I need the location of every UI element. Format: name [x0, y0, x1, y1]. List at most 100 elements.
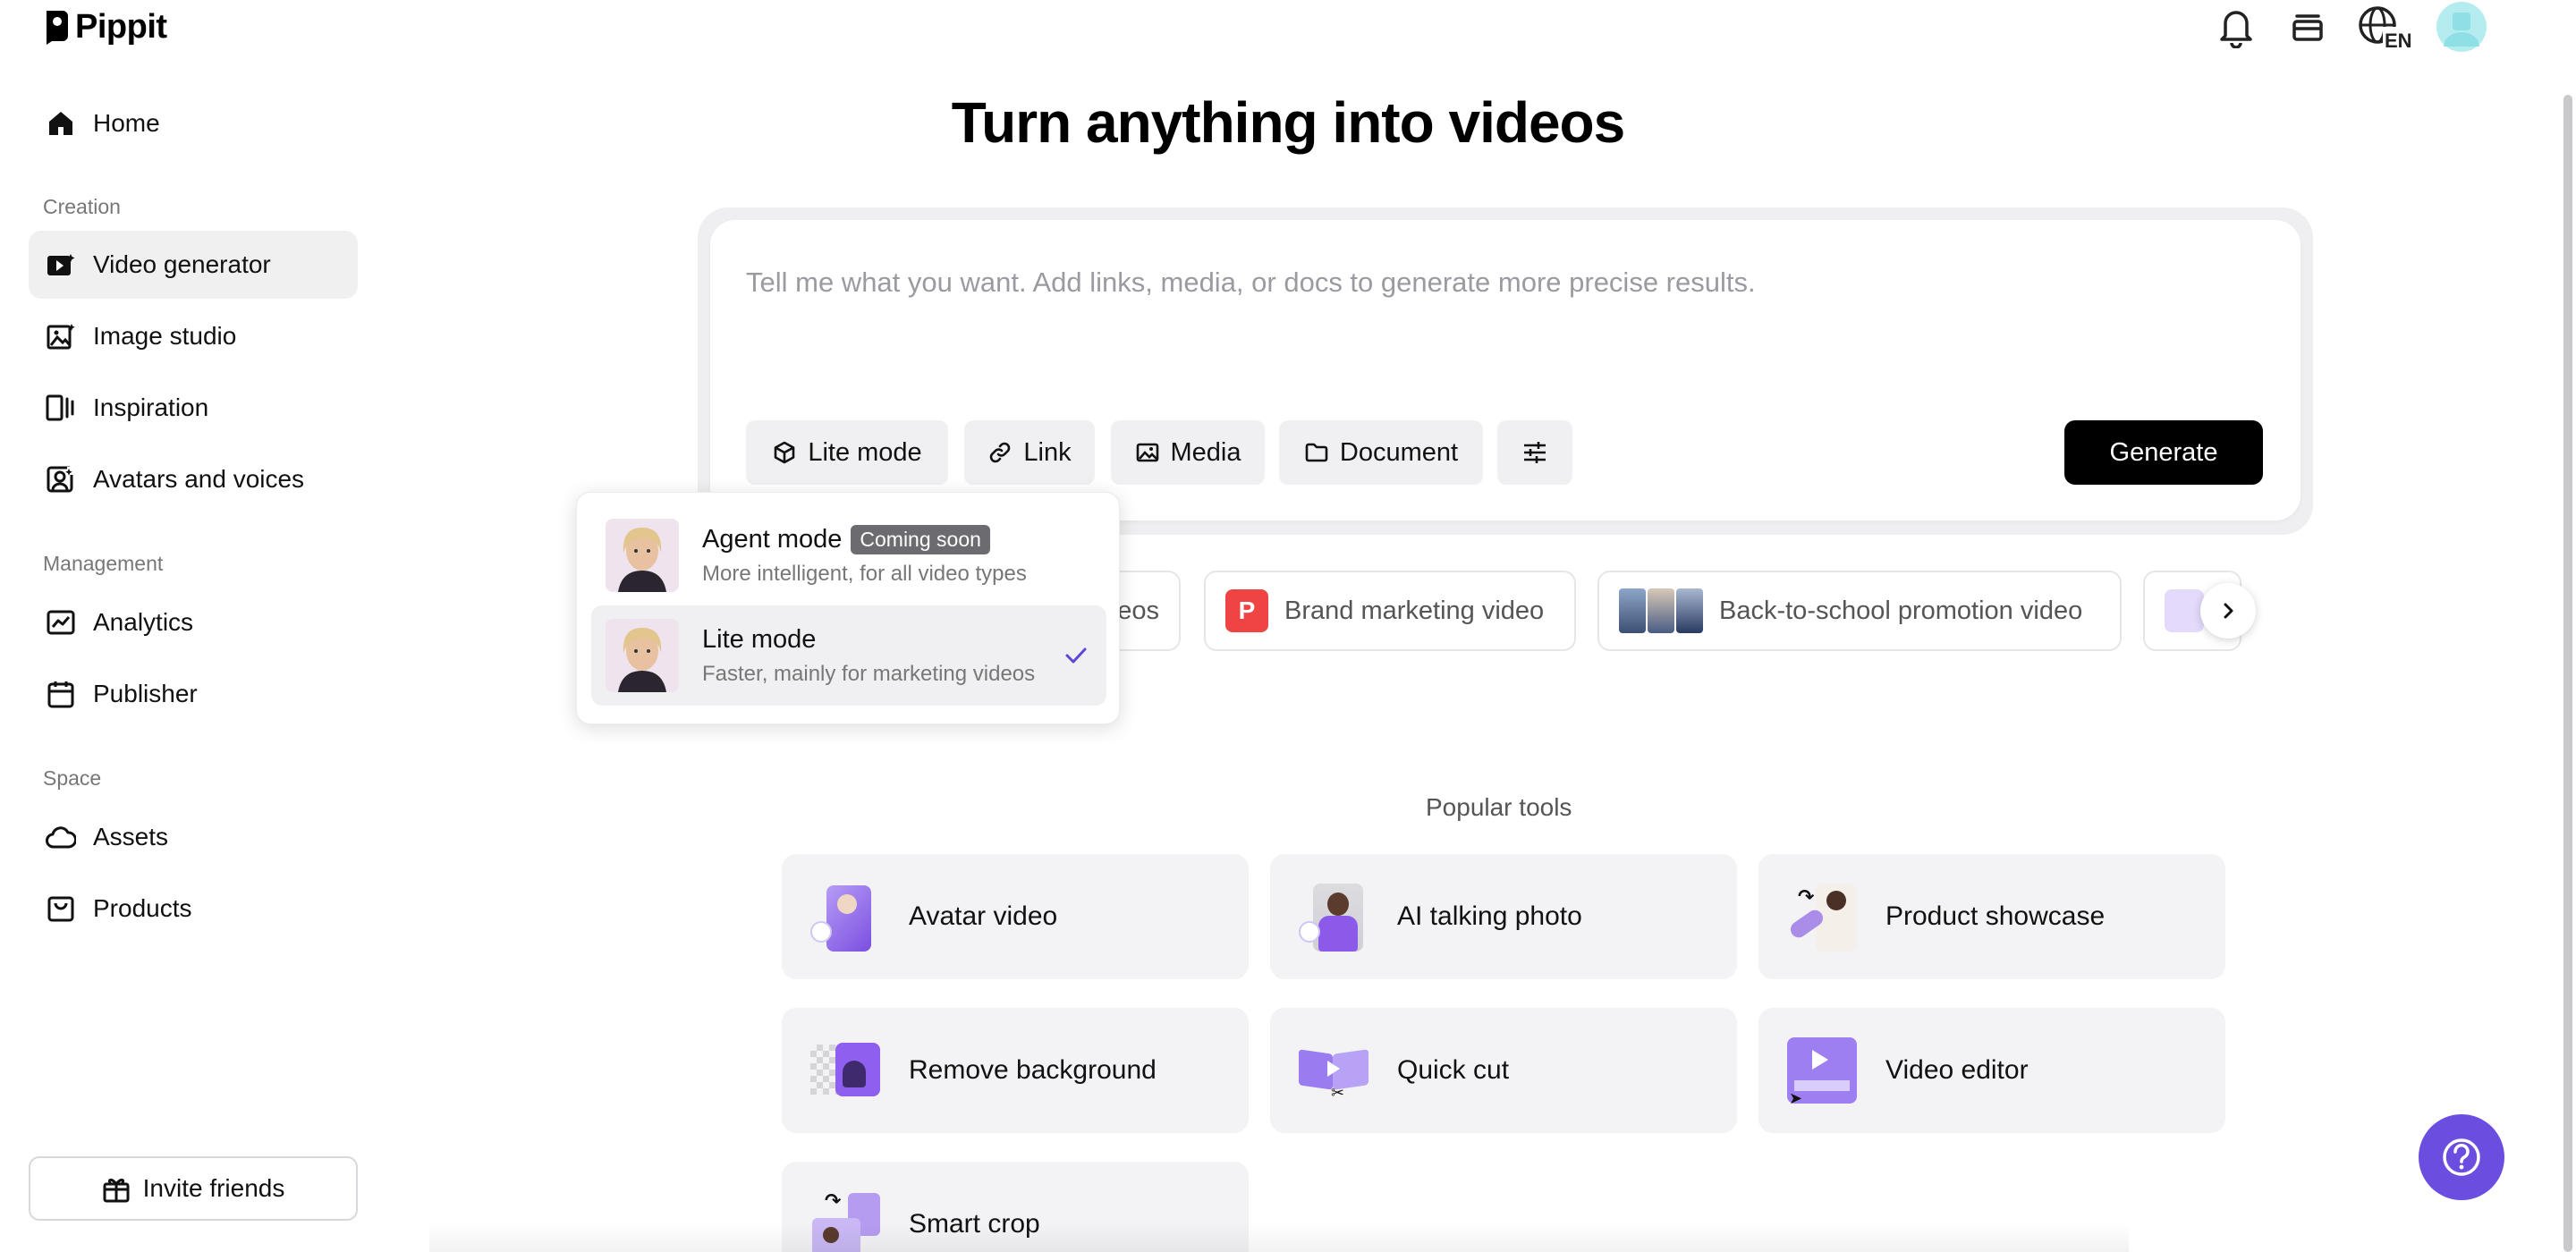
calendar-icon [45, 678, 77, 710]
gift-icon [102, 1174, 131, 1203]
sidebar-item-publisher[interactable]: Publisher [29, 660, 358, 728]
quick-cut-thumbnail-icon: ✂ [1297, 1034, 1370, 1107]
sidebar-item-image-studio[interactable]: Image studio [29, 302, 358, 370]
sidebar-item-label: Inspiration [93, 393, 209, 421]
folder-icon [1304, 440, 1329, 465]
tool-label: Remove background [909, 1055, 1157, 1085]
help-button[interactable] [2419, 1114, 2504, 1200]
product-showcase-thumbnail-icon: ↷ [1785, 880, 1859, 953]
lite-mode-avatar-icon [606, 619, 679, 692]
sidebar-item-label: Avatars and voices [93, 465, 305, 493]
remove-background-thumbnail-icon [809, 1034, 882, 1107]
settings-sliders-button[interactable] [1497, 420, 1572, 485]
tool-label: AI talking photo [1397, 901, 1582, 931]
page-title: Turn anything into videos [951, 90, 1625, 155]
sidebar-item-label: Analytics [93, 608, 194, 636]
checkmark-icon [1063, 645, 1089, 666]
notification-bell-icon[interactable] [2211, 2, 2261, 52]
sidebar-item-inspiration[interactable]: Inspiration [29, 374, 358, 442]
agent-mode-subtitle: More intelligent, for all video types [702, 561, 1027, 586]
coming-soon-badge: Coming soon [851, 524, 990, 554]
suggestions-next-button[interactable] [2200, 583, 2256, 639]
talking-photo-thumbnail-icon [1297, 880, 1370, 953]
brand-logo-icon: P [1225, 589, 1268, 632]
video-generator-icon [45, 249, 77, 281]
lite-mode-title: Lite mode [702, 624, 817, 654]
generate-button[interactable]: Generate [2064, 420, 2263, 485]
sidebar-item-analytics[interactable]: Analytics [29, 588, 358, 656]
suggestion-chip-brand-marketing[interactable]: P Brand marketing video [1204, 571, 1576, 651]
pippit-logo-icon [43, 9, 70, 45]
bottom-fade [429, 1223, 2129, 1252]
suggestion-chip-back-to-school[interactable]: Back-to-school promotion video [1597, 571, 2122, 651]
stack-layers-icon[interactable] [2283, 2, 2333, 52]
sidebar-item-label: Products [93, 894, 192, 922]
chevron-right-icon [2218, 601, 2238, 621]
user-avatar[interactable] [2435, 2, 2488, 52]
tool-label: Quick cut [1397, 1055, 1510, 1085]
sidebar-item-products[interactable]: Products [29, 875, 358, 943]
lite-mode-button[interactable]: Lite mode [746, 420, 948, 485]
dropdown-option-lite-mode[interactable]: Lite mode Faster, mainly for marketing v… [591, 605, 1106, 706]
language-globe-icon[interactable]: EN [2356, 2, 2413, 52]
page-title-wrap: Turn anything into videos [0, 89, 2576, 156]
document-button[interactable]: Document [1279, 420, 1483, 485]
suggestion-label: Back-to-school promotion video [1719, 596, 2083, 625]
avatar-video-thumbnail-icon [809, 880, 882, 953]
lite-mode-subtitle: Faster, mainly for marketing videos [702, 661, 1036, 686]
tool-product-showcase[interactable]: ↷ Product showcase [1758, 854, 2225, 979]
sidebar-item-assets[interactable]: Assets [29, 803, 358, 871]
link-button[interactable]: Link [964, 420, 1095, 485]
agent-mode-title: Agent mode [702, 524, 843, 554]
lite-mode-label: Lite mode [808, 437, 922, 467]
tool-label: Avatar video [909, 901, 1058, 931]
mode-dropdown-menu: Agent mode Coming soon More intelligent,… [576, 492, 1120, 724]
tool-ai-talking-photo[interactable]: AI talking photo [1270, 854, 1737, 979]
link-icon [987, 440, 1013, 465]
sidebar-section-management: Management [43, 552, 164, 575]
sidebar-item-label: Video generator [93, 250, 271, 278]
agent-mode-avatar-icon [606, 519, 679, 592]
tool-remove-background[interactable]: Remove background [782, 1008, 1249, 1133]
cloud-icon [45, 821, 77, 853]
cube-icon [772, 440, 797, 465]
sidebar-item-video-generator[interactable]: Video generator [29, 231, 358, 299]
invite-label: Invite friends [142, 1174, 285, 1202]
invite-friends-button[interactable]: Invite friends [29, 1156, 358, 1221]
link-label: Link [1023, 437, 1072, 467]
purple-thumbnail-icon [2165, 589, 2204, 632]
app-name: Pippit [75, 7, 167, 46]
image-studio-icon [45, 320, 77, 352]
image-icon [1135, 440, 1160, 465]
dropdown-option-agent-mode[interactable]: Agent mode Coming soon More intelligent,… [591, 505, 1106, 605]
suggestion-label: Brand marketing video [1284, 596, 1545, 625]
sliders-icon [1521, 440, 1548, 465]
prompt-placeholder: Tell me what you want. Add links, media,… [746, 266, 1756, 298]
media-label: Media [1170, 437, 1241, 467]
sidebar-item-label: Image studio [93, 322, 237, 350]
media-button[interactable]: Media [1111, 420, 1265, 485]
document-label: Document [1339, 437, 1459, 467]
tool-quick-cut[interactable]: ✂ Quick cut [1270, 1008, 1737, 1133]
language-label: EN [2385, 30, 2411, 50]
shopping-bag-icon [45, 892, 77, 925]
question-mark-icon [2440, 1136, 2483, 1179]
video-editor-thumbnail-icon: ➤ [1785, 1034, 1859, 1107]
sidebar-item-label: Publisher [93, 680, 198, 707]
tool-video-editor[interactable]: ➤ Video editor [1758, 1008, 2225, 1133]
tool-label: Video editor [1885, 1055, 2029, 1085]
sidebar-item-avatars-and-voices[interactable]: Avatars and voices [29, 445, 358, 513]
analytics-chart-icon [45, 606, 77, 639]
avatar-voice-icon [45, 463, 77, 495]
agent-mode-text: Agent mode Coming soon More intelligent,… [702, 524, 1027, 587]
sidebar-section-creation: Creation [43, 195, 121, 218]
tool-avatar-video[interactable]: Avatar video [782, 854, 1249, 979]
sidebar-section-space: Space [43, 766, 102, 790]
page-scrollbar[interactable] [2563, 95, 2572, 1252]
suggestion-label: eos [1117, 596, 1159, 625]
app-logo[interactable]: Pippit [43, 4, 167, 50]
tool-label: Product showcase [1885, 901, 2106, 931]
lite-mode-text: Lite mode Faster, mainly for marketing v… [702, 625, 1040, 687]
sidebar-item-label: Assets [93, 823, 169, 850]
inspiration-icon [45, 392, 77, 424]
